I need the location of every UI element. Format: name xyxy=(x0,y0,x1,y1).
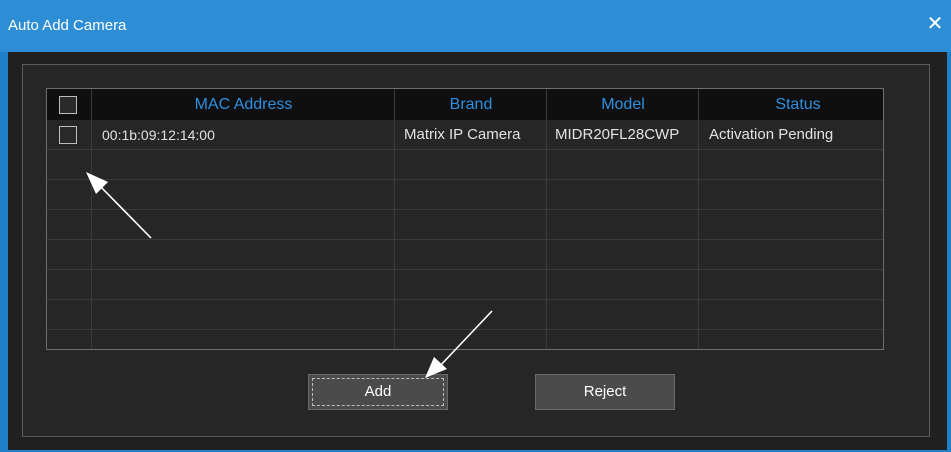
window-title: Auto Add Camera xyxy=(8,17,127,34)
table-row-empty xyxy=(47,270,883,300)
reject-button[interactable]: Reject xyxy=(535,374,675,410)
table-row[interactable]: 00:1b:09:12:14:00 Matrix IP Camera MIDR2… xyxy=(47,120,883,150)
title-bar: Auto Add Camera ✕ xyxy=(0,0,951,52)
table-row-empty xyxy=(47,330,883,350)
table-row-empty xyxy=(47,300,883,330)
table-row-empty xyxy=(47,180,883,210)
row-checkbox[interactable] xyxy=(59,126,77,144)
table-row-empty xyxy=(47,240,883,270)
select-all-checkbox[interactable] xyxy=(59,96,77,114)
dialog-body: MAC Address Brand Model Status 00:1b:09:… xyxy=(8,52,947,450)
header-status[interactable]: Status xyxy=(699,89,897,120)
camera-table: MAC Address Brand Model Status 00:1b:09:… xyxy=(46,88,884,350)
table-row-empty xyxy=(47,210,883,240)
header-brand[interactable]: Brand xyxy=(395,89,547,120)
auto-add-camera-dialog: Auto Add Camera ✕ MAC Address Brand Mode… xyxy=(0,0,951,452)
cell-status: Activation Pending xyxy=(709,126,834,143)
close-icon[interactable]: ✕ xyxy=(925,14,945,34)
table-row-empty xyxy=(47,150,883,180)
header-mac-address[interactable]: MAC Address xyxy=(92,89,395,120)
cell-mac-address: 00:1b:09:12:14:00 xyxy=(102,127,215,143)
cell-model: MIDR20FL28CWP xyxy=(555,126,680,143)
cell-brand: Matrix IP Camera xyxy=(404,126,521,143)
header-model[interactable]: Model xyxy=(547,89,699,120)
add-button[interactable]: Add xyxy=(308,374,448,410)
